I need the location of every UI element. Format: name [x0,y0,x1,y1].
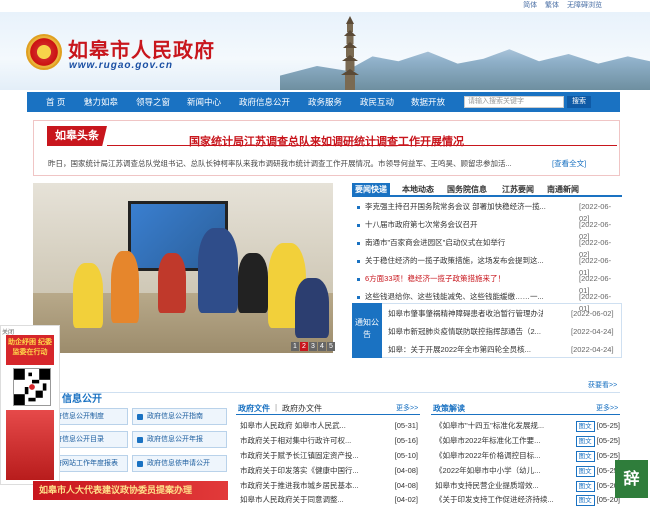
tab-local[interactable]: 本地动态 [402,183,434,197]
carousel-pager: 12345 [290,342,335,351]
policy-item[interactable]: 《如皋市2022年价格调控目标... 图文 [05-25] [435,448,620,463]
gov-info-request-button[interactable]: 政府信息依申请公开 [132,455,227,472]
policy-item[interactable]: 《如皋市2022年标准化工作要... 图文 [05-25] [435,433,620,448]
doc-item[interactable]: 市政府关于赋予长江镇固定资产投... [05-10] [240,448,418,463]
policy-item[interactable]: 《如皋市"十四五"标准化发展规... 图文 [05-25] [435,418,620,433]
tab-jiangsu[interactable]: 江苏要闻 [502,183,534,197]
search-button[interactable]: 搜索 [567,96,591,108]
site-title: 如皋市人民政府 [68,38,215,62]
tab-nantong[interactable]: 南通新闻 [547,183,579,197]
news-photo-carousel[interactable] [33,183,333,353]
nav-item-charm[interactable]: 魅力如皋 [84,92,118,112]
site-url: www.rugao.gov.cn [69,60,173,71]
notice-item[interactable]: 如皋市新冠肺炎疫情联防联控指挥部通告（2... [2022-04-24] [386,326,618,338]
news-item[interactable]: 十八届市政府第七次常务会议召开 [2022-06-02] [357,219,617,241]
image-text-tag: 图文 [575,466,595,477]
nav-item-services[interactable]: 政务服务 [308,92,342,112]
national-emblem-icon [26,34,62,70]
notice-item[interactable]: 如皋：关于开展2022年全市第四轮全员核... [2022-04-24] [386,344,618,356]
news-tabs: 要闻快递 本地动态 国务院信息 江苏要闻 南通新闻 [352,183,622,197]
headline-summary: 昨日，国家统计局江苏调查总队党组书记、总队长钟柯率队来我市调研我市统计调查工作开… [48,159,512,168]
city-skyline-image [280,49,650,90]
carousel-page-5[interactable]: 5 [327,342,335,351]
tab-state-council[interactable]: 国务院信息 [447,183,487,197]
top-utility-bar: 简体 繁体 无障碍浏览 [0,0,650,12]
view-more-link[interactable]: 获要看>> [588,380,617,390]
carousel-page-2[interactable]: 2 [300,342,308,351]
qr-footer-graphic [6,410,54,480]
accessibility-link[interactable]: 无障碍浏览 [567,2,602,9]
carousel-page-4[interactable]: 4 [318,342,326,351]
site-header: 如皋市人民政府 www.rugao.gov.cn [0,12,650,90]
doc-item[interactable]: 市政府关于推进我市城乡居民基本... [04-08] [240,478,418,493]
gov-info-guide-button[interactable]: 政府信息公开指南 [132,408,227,425]
doc-item[interactable]: 市政府关于印发落实《健康中国行... [04-08] [240,463,418,478]
headline-more-link[interactable]: [查看全文] [552,158,586,169]
news-item[interactable]: 关于稳住经济的一揽子政策措施，这场发布会提到这... [2022-06-01] [357,255,617,277]
image-text-tag: 图文 [575,421,595,432]
tab-express[interactable]: 要闻快递 [352,183,390,197]
tab-gov-docs[interactable]: 政府文件 [238,403,270,414]
headline-tag: 如皋头条 [47,126,107,146]
doc-item[interactable]: 如皋市人民政府 如皋市人民武... [05-31] [240,418,418,433]
nav-item-open-data[interactable]: 数据开放 [411,92,445,112]
carousel-page-3[interactable]: 3 [309,342,317,351]
simplified-link[interactable]: 简体 [523,2,537,9]
image-text-tag: 图文 [575,451,595,462]
nav-item-interaction[interactable]: 政民互动 [360,92,394,112]
gov-info-annual-report-button[interactable]: 政府信息公开年报 [132,431,227,448]
pagoda-image [341,16,359,90]
qr-headline: 助企纾困 纪委监委在行动 [6,335,54,365]
news-item[interactable]: 李克强主持召开国务院常务会议 部署加快稳经济一揽... [2022-06-02] [357,201,617,223]
side-seal-icon[interactable]: 辞 [615,460,648,498]
news-item[interactable]: 南通市"百家商会进园区"启动仪式在如举行 [2022-06-02] [357,237,617,259]
policy-interpretation-title: 政策解读 [433,404,465,413]
search-input[interactable]: 请输入搜索关键字 [464,96,564,108]
npc-cppcc-banner[interactable]: 如皋市人大代表建议政协委员提案办理 [33,481,228,500]
nav-item-leaders[interactable]: 领导之窗 [136,92,170,112]
news-item[interactable]: 这些钱退给你、这些钱能减免、这些钱能缓缴……一... [2022-06-01] [357,291,617,313]
qr-code-image [13,368,51,406]
policy-item[interactable]: 《2022年如皋市中小学（幼儿... 图文 [05-25] [435,463,620,478]
headline-title[interactable]: 国家统计局江苏调查总队来如调研统计调查工作开展情况 [189,133,464,149]
policy-more-link[interactable]: 更多>> [596,403,618,413]
nav-item-info-disclosure[interactable]: 政府信息公开 [239,92,290,112]
traditional-link[interactable]: 繁体 [545,2,559,9]
image-text-tag: 图文 [575,495,595,506]
docs-more-link[interactable]: 更多>> [396,403,418,413]
policy-item[interactable]: 如皋市支持民营企业提质增效... 图文 [05-20] [435,478,620,493]
nav-item-home[interactable]: 首 页 [46,92,65,112]
doc-item[interactable]: 市政府关于相对集中行政许可权... [05-16] [240,433,418,448]
notice-label: 通知公告 [352,303,382,358]
news-item[interactable]: 6方面33项！稳经济一揽子政策措施来了！ [2022-06-01] [357,273,617,295]
carousel-page-1[interactable]: 1 [291,342,299,351]
notice-item[interactable]: 如皋市肇事肇祸精神障碍患者收治暂行管理办法... [2022-06-02] [386,308,618,320]
tab-office-docs[interactable]: 政府办文件 [282,403,322,414]
image-text-tag: 图文 [575,436,595,447]
nav-item-news[interactable]: 新闻中心 [187,92,221,112]
image-text-tag: 图文 [575,481,595,492]
